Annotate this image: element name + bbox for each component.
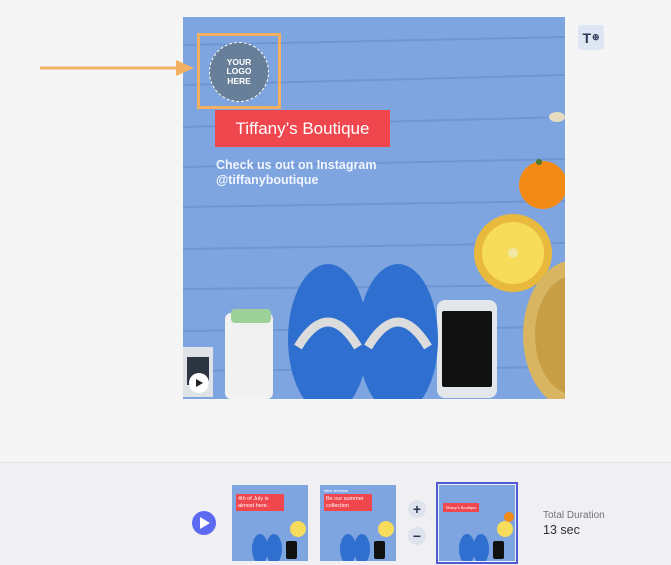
add-slide-button[interactable]: +	[408, 500, 426, 518]
minus-icon: −	[412, 528, 422, 544]
slide-thumbnail-2[interactable]: New Arrivals Be our summer collection	[320, 485, 396, 561]
total-duration-value: 13 sec	[543, 523, 580, 537]
subtitle-line-1: Check us out on Instagram	[216, 158, 377, 172]
text-tool-button[interactable]: T ⊕	[578, 25, 604, 50]
logo-highlight-frame	[197, 33, 281, 109]
plus-icon: +	[412, 501, 422, 517]
subtitle-line-2: @tiffanyboutique	[216, 173, 319, 187]
slide-thumbnail-3[interactable]: Tiffany’s Boutique	[436, 482, 518, 564]
plus-badge-icon: ⊕	[592, 32, 600, 42]
remove-slide-button[interactable]: −	[408, 527, 426, 545]
play-icon	[196, 379, 203, 387]
slide-play-button[interactable]	[189, 373, 209, 393]
thumbnail-background	[439, 485, 515, 561]
total-duration-label: Total Duration	[543, 510, 605, 521]
thumbnail-label: Tiffany’s Boutique	[443, 503, 479, 512]
slide-title[interactable]: Tiffany’s Boutique	[215, 110, 390, 147]
play-icon	[199, 517, 210, 529]
thumbnail-label: 4th of July is almost here.	[236, 494, 284, 511]
slide-subtitle[interactable]: Check us out on Instagram @tiffanyboutiq…	[216, 158, 376, 188]
text-tool-icon: T	[582, 29, 591, 46]
arrow-right-icon	[40, 60, 194, 76]
timeline-play-button[interactable]	[192, 511, 216, 535]
thumbnail-top-text: New Arrivals	[324, 488, 349, 493]
thumbnail-label: Be our summer collection	[324, 494, 372, 511]
slide-thumbnail-1[interactable]: 4th of July is almost here.	[232, 485, 308, 561]
